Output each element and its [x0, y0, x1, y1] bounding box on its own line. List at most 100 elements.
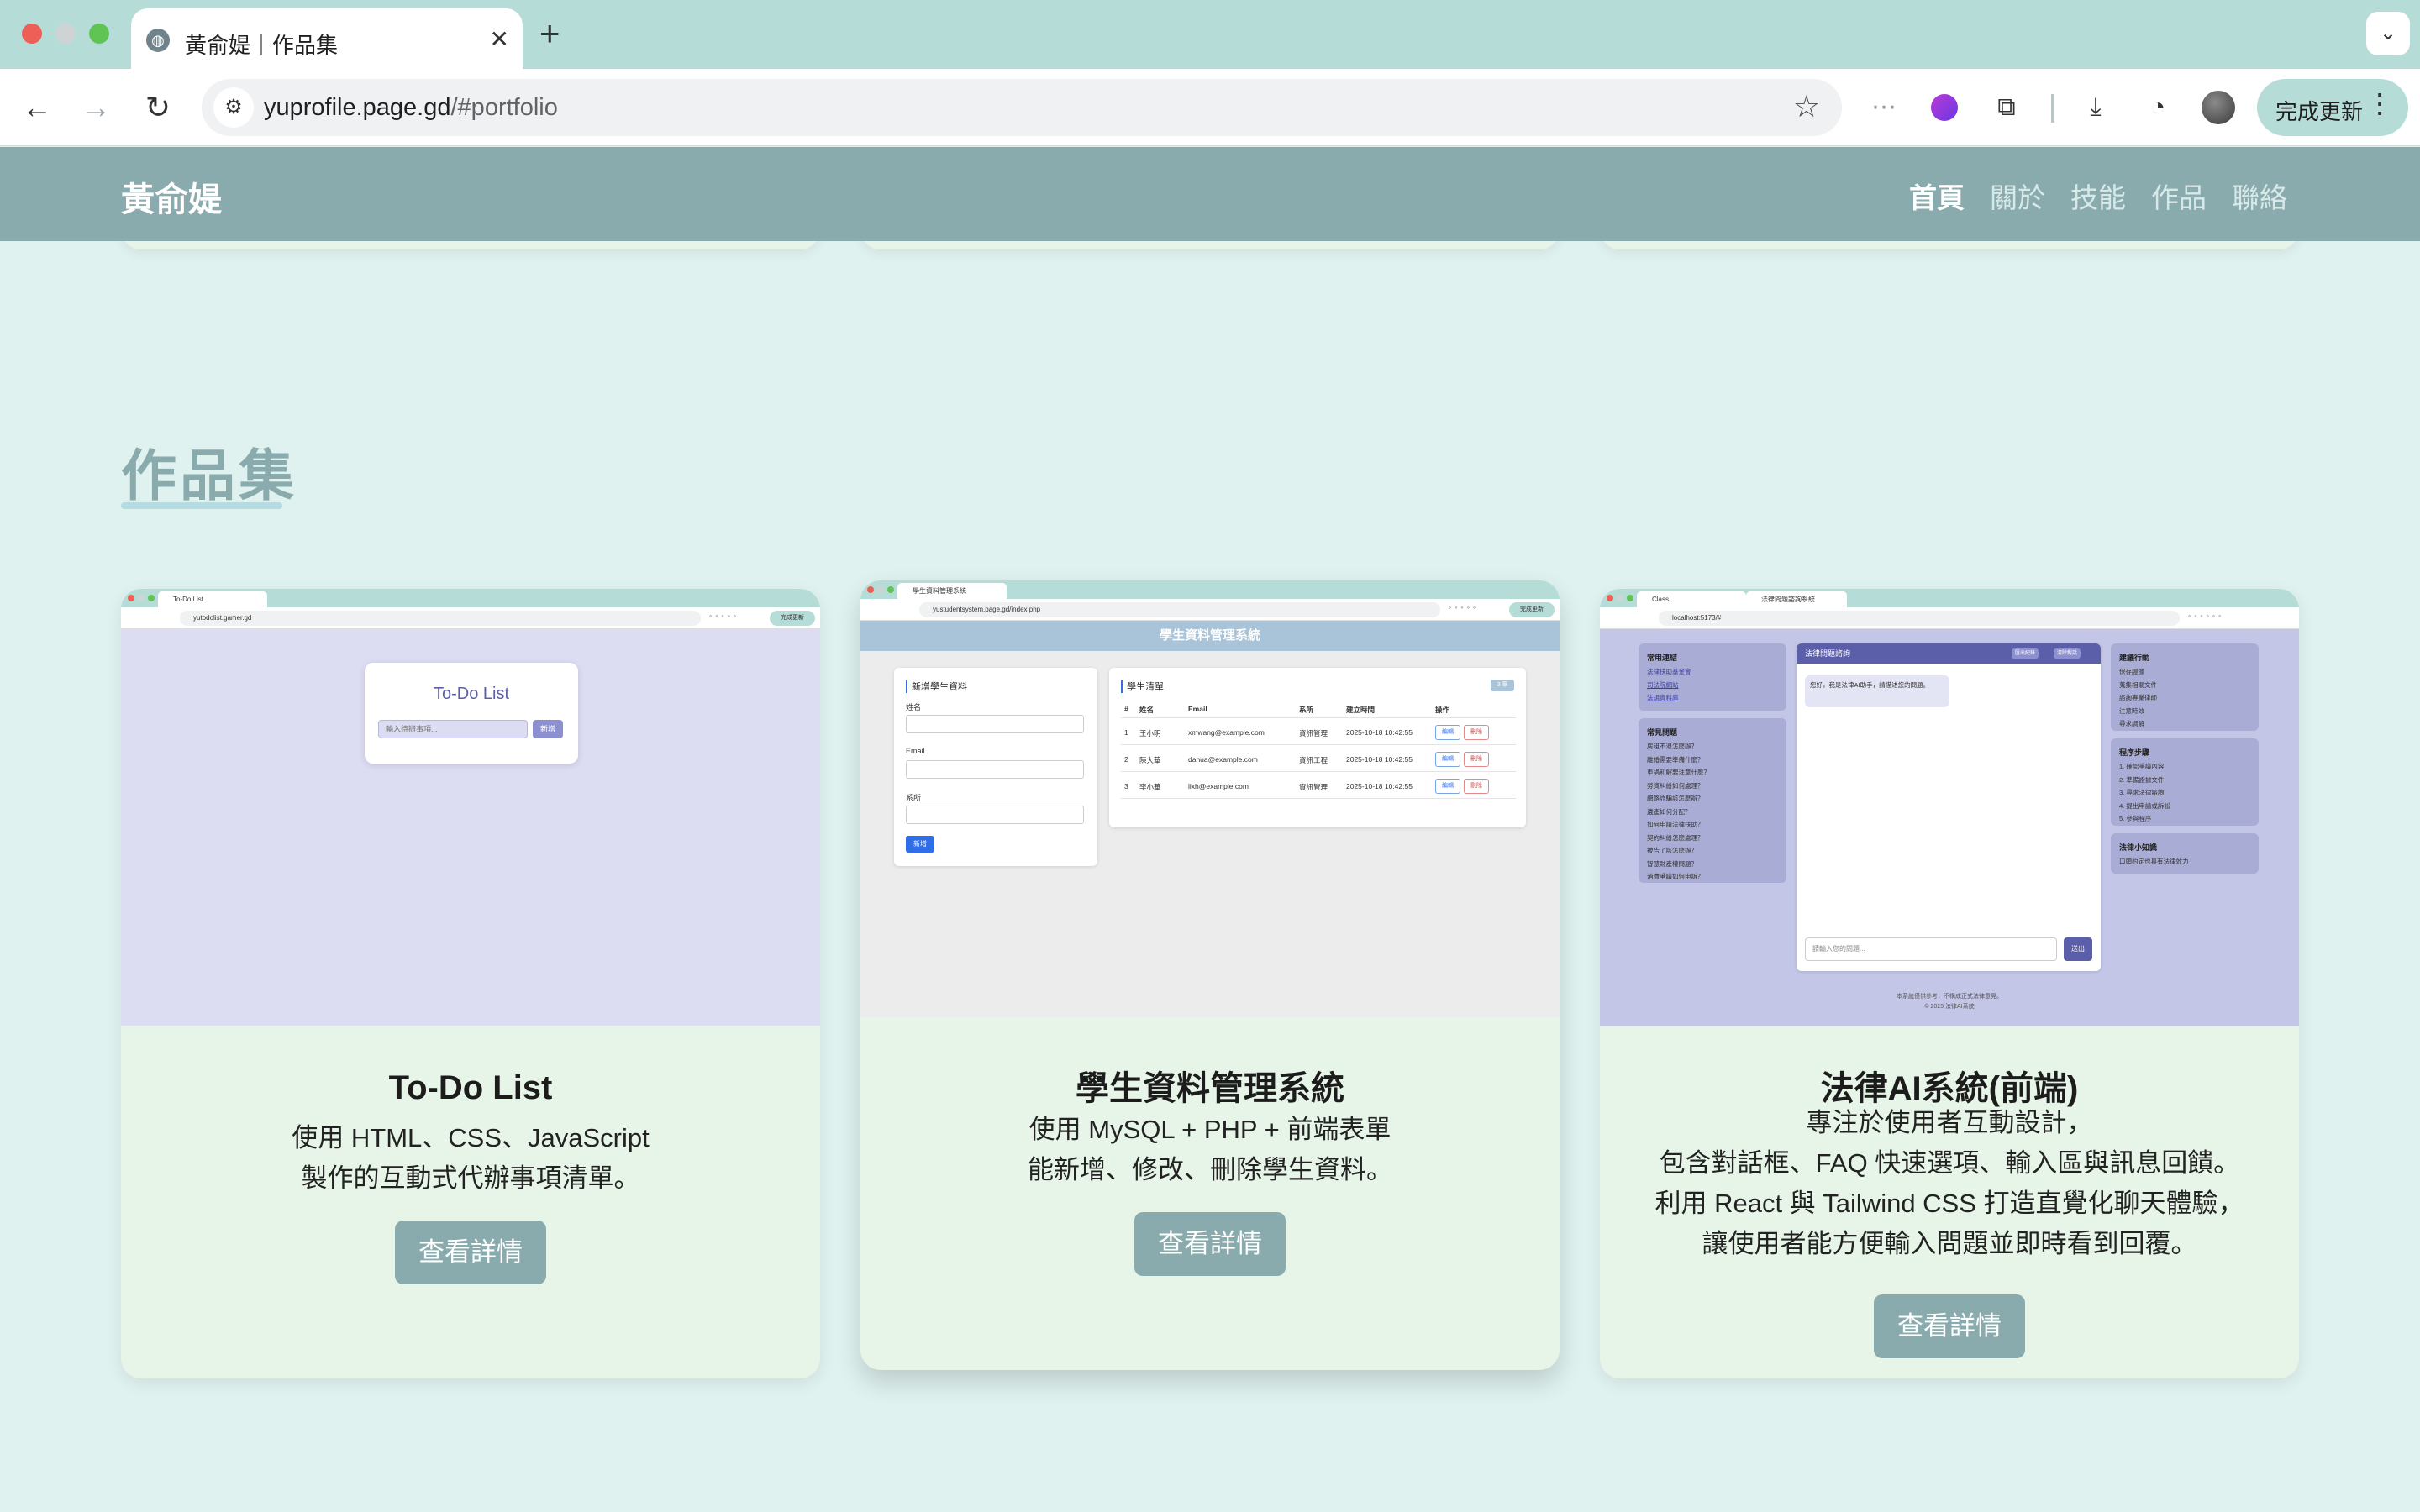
links-panel: 常用連結 法律扶助基金會 司法院網站 法規資料庫	[1639, 643, 1786, 711]
project-description: 使用 HTML、CSS、JavaScript 製作的互動式代辦事項清單。	[292, 1123, 650, 1193]
todo-app-background: To-Do List 輸入待辦事項... 新增	[121, 629, 820, 1026]
mini-tab-strip: To-Do List	[121, 589, 820, 607]
back-arrow-icon[interactable]: ←	[15, 86, 59, 129]
table-row: 3 李小華 lixh@example.com 資訊管理 2025-10-18 1…	[1121, 774, 1516, 799]
steps-panel: 程序步驟 1. 確認爭議內容 2. 準備證據文件 3. 尋求法律諮詢 4. 提出…	[2111, 738, 2259, 826]
nav-skills[interactable]: 技能	[2070, 176, 2126, 216]
view-details-button[interactable]: 查看詳情	[1874, 1294, 2025, 1358]
send-button: 送出	[2064, 937, 2092, 961]
edit-button: 編輯	[1435, 779, 1460, 794]
update-browser-button[interactable]: 完成更新 ⋮	[2257, 79, 2408, 136]
tab-title: 黃俞媞｜作品集	[185, 33, 339, 58]
new-tab-button[interactable]: +	[539, 13, 560, 54]
mini-min-dot	[138, 595, 145, 601]
globe-icon: ◍	[146, 29, 170, 52]
reload-icon[interactable]: ↻	[136, 86, 180, 129]
mini-max-dot	[887, 586, 894, 593]
mini-url: yustudentsystem.page.gd/index.php	[919, 602, 1440, 617]
nav-contact[interactable]: 聯絡	[2232, 176, 2287, 216]
project-title: 學生資料管理系統	[1076, 1070, 1344, 1107]
todo-app-box: To-Do List 輸入待辦事項... 新增	[365, 663, 578, 764]
table-header: # 姓名 Email 系所 建立時間 操作	[1121, 701, 1516, 718]
nav-home[interactable]: 首頁	[1909, 176, 1965, 216]
todo-input: 輸入待辦事項...	[378, 720, 528, 738]
view-details-button[interactable]: 查看詳情	[1134, 1212, 1286, 1276]
table-row: 1 王小明 xmwang@example.com 資訊管理 2025-10-18…	[1121, 720, 1516, 745]
legal-app-background: 常用連結 法律扶助基金會 司法院網站 法規資料庫 常見問題 房租不退怎麼辦？ 離…	[1600, 629, 2299, 1026]
mini-toolbar: yustudentsystem.page.gd/index.php ◦◦◦◦◦ …	[860, 599, 1560, 621]
mini-toolbar: localhost:5173/# ◦◦◦◦◦◦	[1600, 607, 2299, 629]
mini-max-dot	[148, 595, 155, 601]
table-row: 2 陳大華 dahua@example.com 資訊工程 2025-10-18 …	[1121, 747, 1516, 772]
delete-button: 刪除	[1464, 725, 1489, 740]
address-bar[interactable]: ⚙ yuprofile.page.gd/#portfolio ☆	[202, 79, 1842, 136]
form-title: 新增學生資料	[906, 680, 967, 693]
project-card-todo: To-Do List yutodolist.gamer.gd ◦◦◦◦◦ 完成更…	[121, 589, 820, 1378]
profile-avatar[interactable]	[2202, 91, 2235, 124]
forward-arrow-icon[interactable]: →	[74, 86, 118, 129]
url-text[interactable]: yuprofile.page.gd/#portfolio	[264, 94, 558, 122]
browser-toolbar: ← → ↻ ⚙ yuprofile.page.gd/#portfolio ☆ ⋯…	[0, 69, 2420, 146]
mini-tab-strip: Class 法律問題諮詢系統	[1600, 589, 2299, 607]
section-title-underline	[121, 502, 282, 509]
project-card-legal-ai: Class 法律問題諮詢系統 localhost:5173/# ◦◦◦◦◦◦ 常…	[1600, 589, 2299, 1378]
mini-toolbar-icons: ◦◦◦◦◦	[709, 612, 739, 620]
mini-url: yutodolist.gamer.gd	[180, 611, 701, 626]
delete-button: 刪除	[1464, 752, 1489, 767]
list-title: 學生清單	[1121, 680, 1164, 693]
nav-about[interactable]: 關於	[1990, 176, 2045, 216]
tab-search-chevron-icon[interactable]: ⌄	[2366, 12, 2410, 55]
mini-max-dot	[1627, 595, 1634, 601]
export-chip: 匯出紀錄	[2012, 648, 2039, 659]
todo-app-title: To-Do List	[433, 685, 510, 703]
browser-tab-active[interactable]: ◍ 黃俞媞｜作品集 ✕	[131, 8, 523, 69]
field-label: Email	[906, 747, 925, 755]
view-details-button[interactable]: 查看詳情	[395, 1221, 546, 1284]
close-window-button[interactable]	[22, 24, 42, 44]
section-title: 作品集	[121, 444, 297, 507]
mini-tab: 學生資料管理系統	[897, 583, 1007, 599]
student-app-background: 學生資料管理系統 新增學生資料 姓名 Email 系所 新增 學生清單 3 筆 …	[860, 621, 1560, 1017]
minimize-window-button[interactable]	[55, 24, 76, 44]
nav-portfolio[interactable]: 作品	[2151, 176, 2207, 216]
extensions-puzzle-icon[interactable]: ⧉	[1986, 87, 2027, 128]
name-field	[906, 715, 1084, 733]
browser-tab-strip: ◍ 黃俞媞｜作品集 ✕ + ⌄	[0, 0, 2420, 69]
faq-panel: 常見問題 房租不退怎麼辦？ 離婚需要準備什麼？ 車禍和解要注意什麼？ 勞資糾紛如…	[1639, 718, 1786, 883]
mini-toolbar-icons: ◦◦◦◦◦	[1449, 603, 1479, 612]
project-thumbnail-student-system[interactable]: 學生資料管理系統 yustudentsystem.page.gd/index.p…	[860, 580, 1560, 1017]
student-app-header: 學生資料管理系統	[860, 621, 1560, 651]
translate-extension-icon[interactable]: ⋯	[1864, 87, 1904, 128]
chat-bubble: 您好，我是法律AI助手，請描述您的問題。	[1805, 675, 1949, 707]
legal-app-footer: 本系統僅供參考，不構成正式法律意見。 © 2025 法律AI系統	[1897, 994, 2002, 1010]
project-description: 使用 MySQL + PHP + 前端表單 能新增、修改、刪除學生資料。	[1028, 1115, 1392, 1184]
mini-toolbar-icons: ◦◦◦◦◦◦	[2188, 612, 2225, 620]
mini-tab: 法律問題諮詢系統	[1746, 591, 1847, 607]
field-label: 姓名	[906, 703, 922, 711]
extension-profile-icon[interactable]	[1931, 94, 1958, 121]
more-menu-icon[interactable]: ⋮	[2366, 87, 2393, 119]
site-settings-icon[interactable]: ⚙	[213, 87, 254, 128]
chat-input: 請輸入您的問題...	[1805, 937, 2057, 961]
bookmark-star-icon[interactable]: ☆	[1793, 89, 1820, 124]
count-badge: 3 筆	[1491, 680, 1514, 691]
mini-update-button: 完成更新	[770, 611, 815, 626]
close-tab-icon[interactable]: ✕	[490, 25, 509, 53]
project-description: 專注於使用者互動設計， 包含對話框、FAQ 快速選項、輸入區與訊息回饋。 利用 …	[1655, 1108, 2244, 1258]
mini-close-dot	[867, 586, 874, 593]
maximize-window-button[interactable]	[89, 24, 109, 44]
project-thumbnail-todo[interactable]: To-Do List yutodolist.gamer.gd ◦◦◦◦◦ 完成更…	[121, 589, 820, 1026]
mini-toolbar: yutodolist.gamer.gd ◦◦◦◦◦ 完成更新	[121, 607, 820, 629]
mini-update-button: 完成更新	[1509, 602, 1555, 617]
site-brand[interactable]: 黃俞媞	[121, 172, 222, 221]
department-field	[906, 806, 1084, 824]
project-thumbnail-legal-ai[interactable]: Class 法律問題諮詢系統 localhost:5173/# ◦◦◦◦◦◦ 常…	[1600, 589, 2299, 1026]
performance-icon[interactable]: ◔	[2138, 87, 2178, 128]
mini-min-dot	[877, 586, 884, 593]
mini-url: localhost:5173/#	[1659, 611, 2180, 626]
edit-button: 編輯	[1435, 752, 1460, 767]
clear-chip: 清除對話	[2054, 648, 2081, 659]
field-label: 系所	[906, 794, 922, 802]
chat-window: 法律問題諮詢 匯出紀錄 清除對話 您好，我是法律AI助手，請描述您的問題。 請輸…	[1797, 643, 2101, 971]
download-icon[interactable]: ⤓	[2075, 87, 2116, 128]
